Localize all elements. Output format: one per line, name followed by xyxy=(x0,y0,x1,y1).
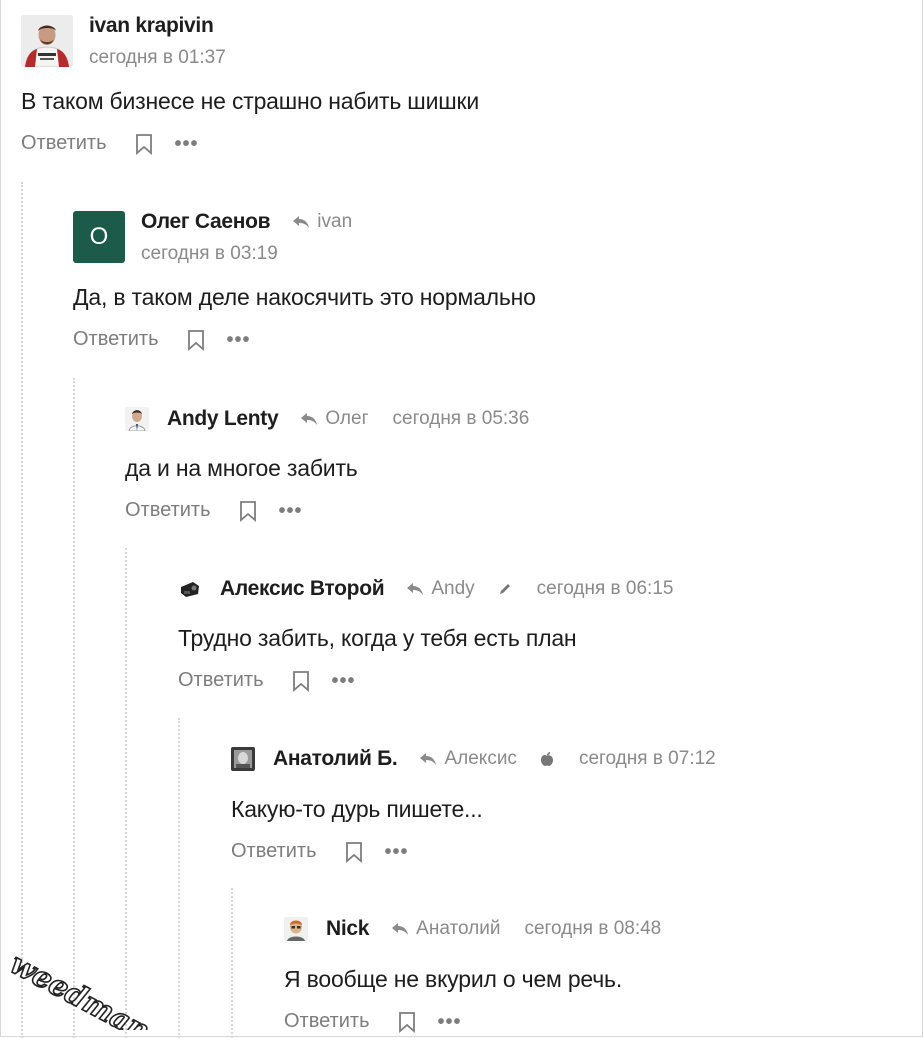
comment-text: В таком бизнесе не страшно набить шишки xyxy=(21,88,479,114)
comment-text: Трудно забить, когда у тебя есть план xyxy=(178,625,577,651)
reply-button[interactable]: Ответить xyxy=(284,1010,370,1033)
more-options-icon[interactable]: ••• xyxy=(227,330,251,350)
comment-time[interactable]: сегодня в 07:12 xyxy=(579,748,716,770)
user-photo-icon xyxy=(284,917,308,941)
reply-to-link[interactable]: ivan xyxy=(292,211,352,233)
user-photo-icon xyxy=(178,577,202,601)
avatar[interactable] xyxy=(178,577,202,601)
comment-time[interactable]: сегодня в 08:48 xyxy=(524,918,661,940)
thread-line xyxy=(231,888,233,1038)
avatar[interactable]: О xyxy=(73,211,125,263)
thread-line xyxy=(178,718,180,1038)
reply-button[interactable]: Ответить xyxy=(73,328,159,351)
comment-time[interactable]: сегодня в 03:19 xyxy=(141,243,278,265)
comment-time[interactable]: сегодня в 05:36 xyxy=(393,408,530,430)
reply-to-name: Анатолий xyxy=(416,918,501,939)
reply-arrow-icon xyxy=(293,216,310,228)
reply-to-name: Олег xyxy=(325,408,369,429)
reply-to-name: ivan xyxy=(317,211,353,232)
comment-text: Я вообще не вкурил о чем речь. xyxy=(284,966,623,992)
avatar[interactable] xyxy=(284,917,308,941)
reply-arrow-icon xyxy=(392,923,409,935)
more-options-icon[interactable]: ••• xyxy=(175,134,199,154)
reply-button[interactable]: Ответить xyxy=(21,132,107,155)
author-name[interactable]: Анатолий Б. xyxy=(273,747,398,771)
comment-text: Какую-то дурь пишете... xyxy=(231,796,483,822)
bookmark-icon[interactable] xyxy=(187,329,205,351)
more-options-icon[interactable]: ••• xyxy=(438,1012,462,1032)
comment-text: Да, в таком деле накосячить это нормальн… xyxy=(73,284,536,310)
comment-text: да и на многое забить xyxy=(125,455,358,481)
comment-time[interactable]: сегодня в 01:37 xyxy=(89,47,226,69)
reply-arrow-icon xyxy=(301,413,318,425)
thread-line xyxy=(73,378,75,1038)
watermark-text: weedman xyxy=(5,946,150,1030)
more-options-icon[interactable]: ••• xyxy=(332,671,356,691)
bookmark-icon[interactable] xyxy=(135,133,153,155)
avatar[interactable] xyxy=(125,407,149,431)
reply-arrow-icon xyxy=(420,753,437,765)
reply-to-link[interactable]: Анатолий xyxy=(391,918,500,940)
reply-to-link[interactable]: Andy xyxy=(406,578,475,600)
reply-to-link[interactable]: Алексис xyxy=(419,748,517,770)
user-photo-icon xyxy=(231,747,255,771)
more-options-icon[interactable]: ••• xyxy=(279,501,303,521)
pencil-icon xyxy=(499,584,510,594)
more-options-icon[interactable]: ••• xyxy=(385,842,409,862)
reply-button[interactable]: Ответить xyxy=(231,840,317,863)
comment-time[interactable]: сегодня в 06:15 xyxy=(537,578,674,600)
bookmark-icon[interactable] xyxy=(398,1011,416,1033)
bookmark-icon[interactable] xyxy=(292,670,310,692)
reply-to-link[interactable]: Олег xyxy=(300,408,369,430)
author-name[interactable]: Andy Lenty xyxy=(167,407,279,431)
reply-to-name: Andy xyxy=(431,578,475,599)
user-photo-icon xyxy=(21,15,73,67)
avatar[interactable] xyxy=(231,747,255,771)
bookmark-icon[interactable] xyxy=(345,841,363,863)
reply-arrow-icon xyxy=(407,583,424,595)
avatar[interactable] xyxy=(21,15,73,67)
reply-to-name: Алексис xyxy=(444,748,517,769)
thread-line xyxy=(21,182,23,1038)
user-photo-icon xyxy=(125,407,149,431)
reply-button[interactable]: Ответить xyxy=(125,499,211,522)
apple-icon xyxy=(540,752,553,766)
watermark-logo: weedman xyxy=(4,945,150,1030)
author-name[interactable]: Олег Саенов xyxy=(141,210,271,234)
bookmark-icon[interactable] xyxy=(239,500,257,522)
reply-button[interactable]: Ответить xyxy=(178,669,264,692)
author-name[interactable]: Nick xyxy=(326,917,369,941)
author-name[interactable]: ivan krapivin xyxy=(89,14,214,38)
author-name[interactable]: Алексис Второй xyxy=(220,577,385,601)
